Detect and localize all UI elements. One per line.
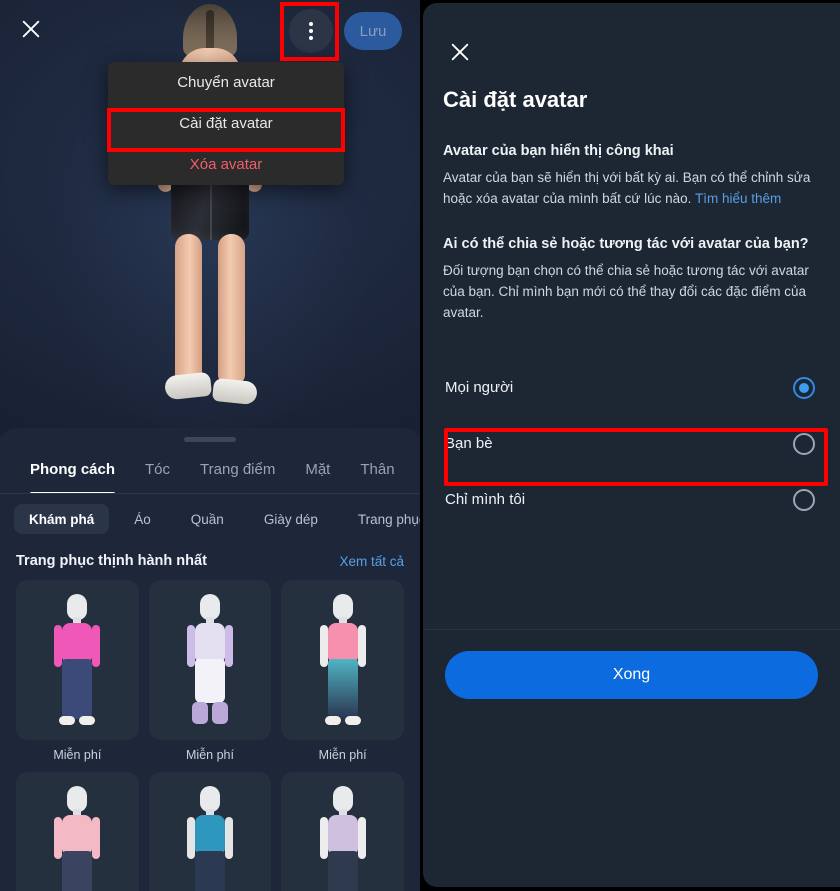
menu-item-avatar-settings[interactable]: Cài đặt avatar: [108, 103, 344, 144]
learn-more-link[interactable]: Tìm hiểu thêm: [695, 191, 781, 206]
outfit-thumbnail: [281, 772, 404, 891]
mannequin: [313, 786, 373, 891]
avatar-settings-dialog: Cài đặt avatar Avatar của bạn hiển thị c…: [423, 3, 840, 887]
radio-friends[interactable]: [793, 432, 815, 455]
category-tabs: Phong cách Tóc Trang điểm Mặt Thân: [0, 450, 420, 494]
outfit-thumbnail: [148, 772, 272, 891]
menu-item-delete-avatar[interactable]: Xóa avatar: [108, 144, 344, 185]
close-icon: [20, 18, 42, 45]
more-vertical-icon-dot-3: [309, 36, 313, 40]
outfit-card[interactable]: [148, 772, 272, 891]
mannequin: [47, 786, 107, 891]
outfit-thumbnail: [148, 580, 272, 740]
dialog-body: Avatar của bạn hiển thị công khai Avatar…: [423, 143, 840, 528]
mannequin: [47, 594, 107, 734]
outfit-thumbnail: [281, 580, 404, 740]
more-vertical-icon-dot-1: [309, 22, 313, 26]
wardrobe-sheet: Phong cách Tóc Trang điểm Mặt Thân Khám …: [0, 428, 420, 891]
chip-kham-pha[interactable]: Khám phá: [14, 504, 110, 534]
more-options-button[interactable]: [289, 9, 333, 53]
tab-phong-cach[interactable]: Phong cách: [30, 461, 116, 493]
see-all-link[interactable]: Xem tất cả: [339, 554, 404, 569]
option-only-me[interactable]: Chỉ mình tôi: [423, 472, 840, 528]
outfit-card[interactable]: Miễn phí: [16, 580, 139, 762]
close-icon: [449, 41, 471, 68]
outfit-price: Miễn phí: [318, 748, 367, 762]
dialog-title: Cài đặt avatar: [443, 87, 588, 112]
mannequin: [180, 786, 240, 891]
section-title: Trang phục thịnh hành nhất: [16, 553, 207, 569]
outfit-thumbnail: [16, 772, 139, 891]
chip-quan[interactable]: Quần: [176, 504, 239, 534]
subcategory-chips: Khám phá Áo Quần Giày dép Trang phục Đ: [0, 501, 420, 537]
section-audience-heading: Ai có thể chia sẻ hoặc tương tác với ava…: [443, 235, 809, 252]
section-public-visibility: Avatar của bạn hiển thị công khai Avatar…: [423, 143, 840, 210]
option-friends[interactable]: Bạn bè: [423, 416, 840, 472]
chip-trang-phuc[interactable]: Trang phục: [343, 504, 420, 534]
avatar-shoe-right: [211, 377, 259, 406]
outfit-card[interactable]: [281, 772, 404, 891]
outfit-price: Miễn phí: [186, 748, 234, 762]
screen-root: Lưu Chuyển avatar Cài đặt avatar Xóa ava…: [0, 0, 840, 891]
dialog-footer-divider: [423, 629, 840, 630]
avatar-leg-left: [175, 234, 202, 384]
outfit-card[interactable]: [16, 772, 139, 891]
avatar-context-menu: Chuyển avatar Cài đặt avatar Xóa avatar: [108, 62, 344, 185]
outfit-card[interactable]: Miễn phí: [148, 580, 272, 762]
outfit-grid: Miễn phí Miễn phí Miễn phí: [0, 580, 420, 891]
radio-only-me[interactable]: [793, 488, 815, 511]
section-public-body: Avatar của bạn sẽ hiển thị với bất kỳ ai…: [443, 168, 820, 210]
tab-trang-diem[interactable]: Trang điểm: [200, 461, 275, 482]
close-editor-button[interactable]: [14, 14, 48, 48]
menu-item-switch-avatar[interactable]: Chuyển avatar: [108, 62, 344, 103]
save-button[interactable]: Lưu: [344, 12, 402, 50]
chip-giay-dep[interactable]: Giày dép: [249, 504, 333, 534]
option-everyone-label: Mọi người: [445, 379, 514, 397]
audience-option-list: Mọi người Bạn bè Chỉ mình tôi: [423, 360, 840, 528]
more-vertical-icon-dot-2: [309, 29, 313, 33]
option-only-me-label: Chỉ mình tôi: [445, 491, 526, 509]
mannequin: [313, 594, 373, 734]
tab-than[interactable]: Thân: [360, 461, 394, 482]
section-audience-body: Đối tượng bạn chọn có thể chia sẻ hoặc t…: [443, 262, 809, 320]
done-button[interactable]: Xong: [445, 651, 818, 699]
section-public-heading: Avatar của bạn hiển thị công khai: [443, 143, 674, 159]
option-friends-label: Bạn bè: [445, 435, 493, 453]
avatar-shoe-left: [163, 371, 213, 401]
radio-everyone[interactable]: [793, 376, 815, 399]
outfit-thumbnail: [16, 580, 139, 740]
option-everyone[interactable]: Mọi người: [423, 360, 840, 416]
outfit-price: Miễn phí: [53, 748, 102, 762]
chip-ao[interactable]: Áo: [119, 504, 166, 534]
sheet-drag-handle[interactable]: [184, 437, 236, 442]
avatar-editor-panel: Lưu Chuyển avatar Cài đặt avatar Xóa ava…: [0, 0, 420, 891]
section-header: Trang phục thịnh hành nhất Xem tất cả: [0, 548, 420, 574]
section-audience: Ai có thể chia sẻ hoặc tương tác với ava…: [423, 236, 840, 324]
mannequin: [180, 594, 240, 734]
tab-mat[interactable]: Mặt: [305, 461, 330, 482]
outfit-card[interactable]: Miễn phí: [281, 580, 404, 762]
avatar-leg-right: [218, 234, 245, 384]
dialog-close-button[interactable]: [445, 39, 475, 69]
tab-toc[interactable]: Tóc: [145, 461, 170, 482]
